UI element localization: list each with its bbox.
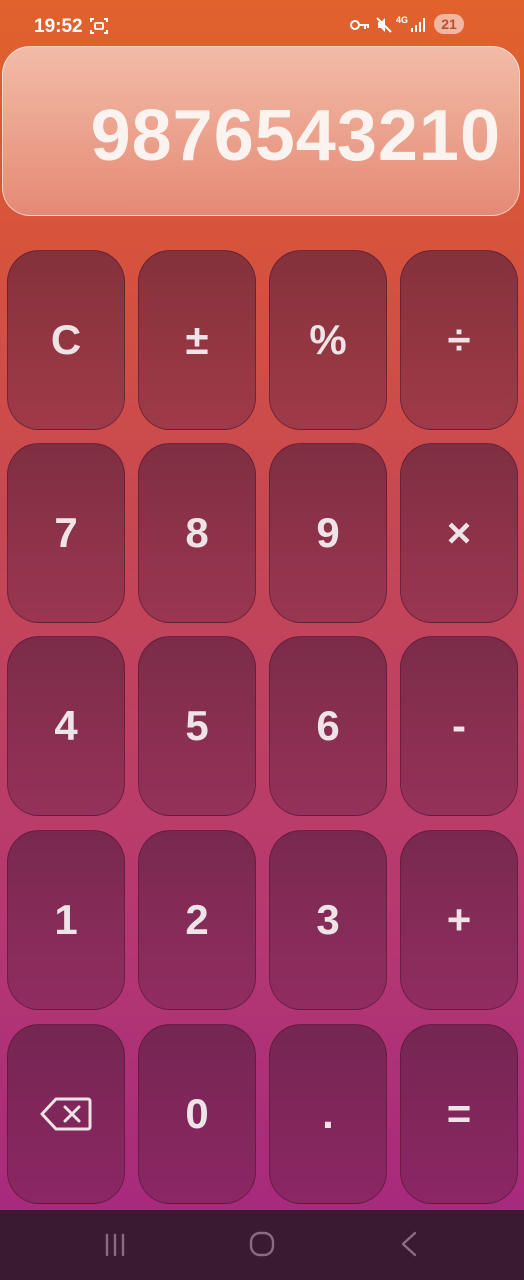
digit-4-button[interactable]: 4	[7, 636, 125, 816]
digit-5-button[interactable]: 5	[138, 636, 256, 816]
digit-1-button[interactable]: 1	[7, 830, 125, 1010]
multiply-button[interactable]: ×	[400, 443, 518, 623]
status-time: 19:52	[34, 16, 83, 37]
recents-icon[interactable]	[102, 1232, 128, 1258]
clear-button[interactable]: C	[7, 250, 125, 430]
vpn-key-icon	[350, 20, 369, 30]
signal-icon	[411, 18, 425, 32]
backspace-button[interactable]	[7, 1024, 125, 1204]
subtract-button[interactable]: -	[400, 636, 518, 816]
battery-badge: 21	[434, 14, 464, 34]
plus-minus-button[interactable]: ±	[138, 250, 256, 430]
digit-2-button[interactable]: 2	[138, 830, 256, 1010]
equals-button[interactable]: =	[400, 1024, 518, 1204]
backspace-icon	[40, 1097, 92, 1131]
digit-6-button[interactable]: 6	[269, 636, 387, 816]
add-button[interactable]: +	[400, 830, 518, 1010]
screen-record-icon	[90, 18, 108, 34]
decimal-button[interactable]: .	[269, 1024, 387, 1204]
digit-3-button[interactable]: 3	[269, 830, 387, 1010]
display-value: 9876543210	[90, 96, 501, 176]
divide-button[interactable]: ÷	[400, 250, 518, 430]
network-type-label: 4G	[396, 15, 409, 25]
status-bar: 19:52 4G 21	[0, 0, 524, 50]
navigation-bar	[0, 1210, 524, 1280]
mute-icon	[376, 17, 392, 33]
digit-8-button[interactable]: 8	[138, 443, 256, 623]
digit-0-button[interactable]: 0	[138, 1024, 256, 1204]
result-display: 9876543210	[2, 46, 520, 216]
percent-button[interactable]: %	[269, 250, 387, 430]
back-icon[interactable]	[398, 1230, 420, 1258]
home-icon[interactable]	[248, 1230, 276, 1258]
digit-7-button[interactable]: 7	[7, 443, 125, 623]
digit-9-button[interactable]: 9	[269, 443, 387, 623]
